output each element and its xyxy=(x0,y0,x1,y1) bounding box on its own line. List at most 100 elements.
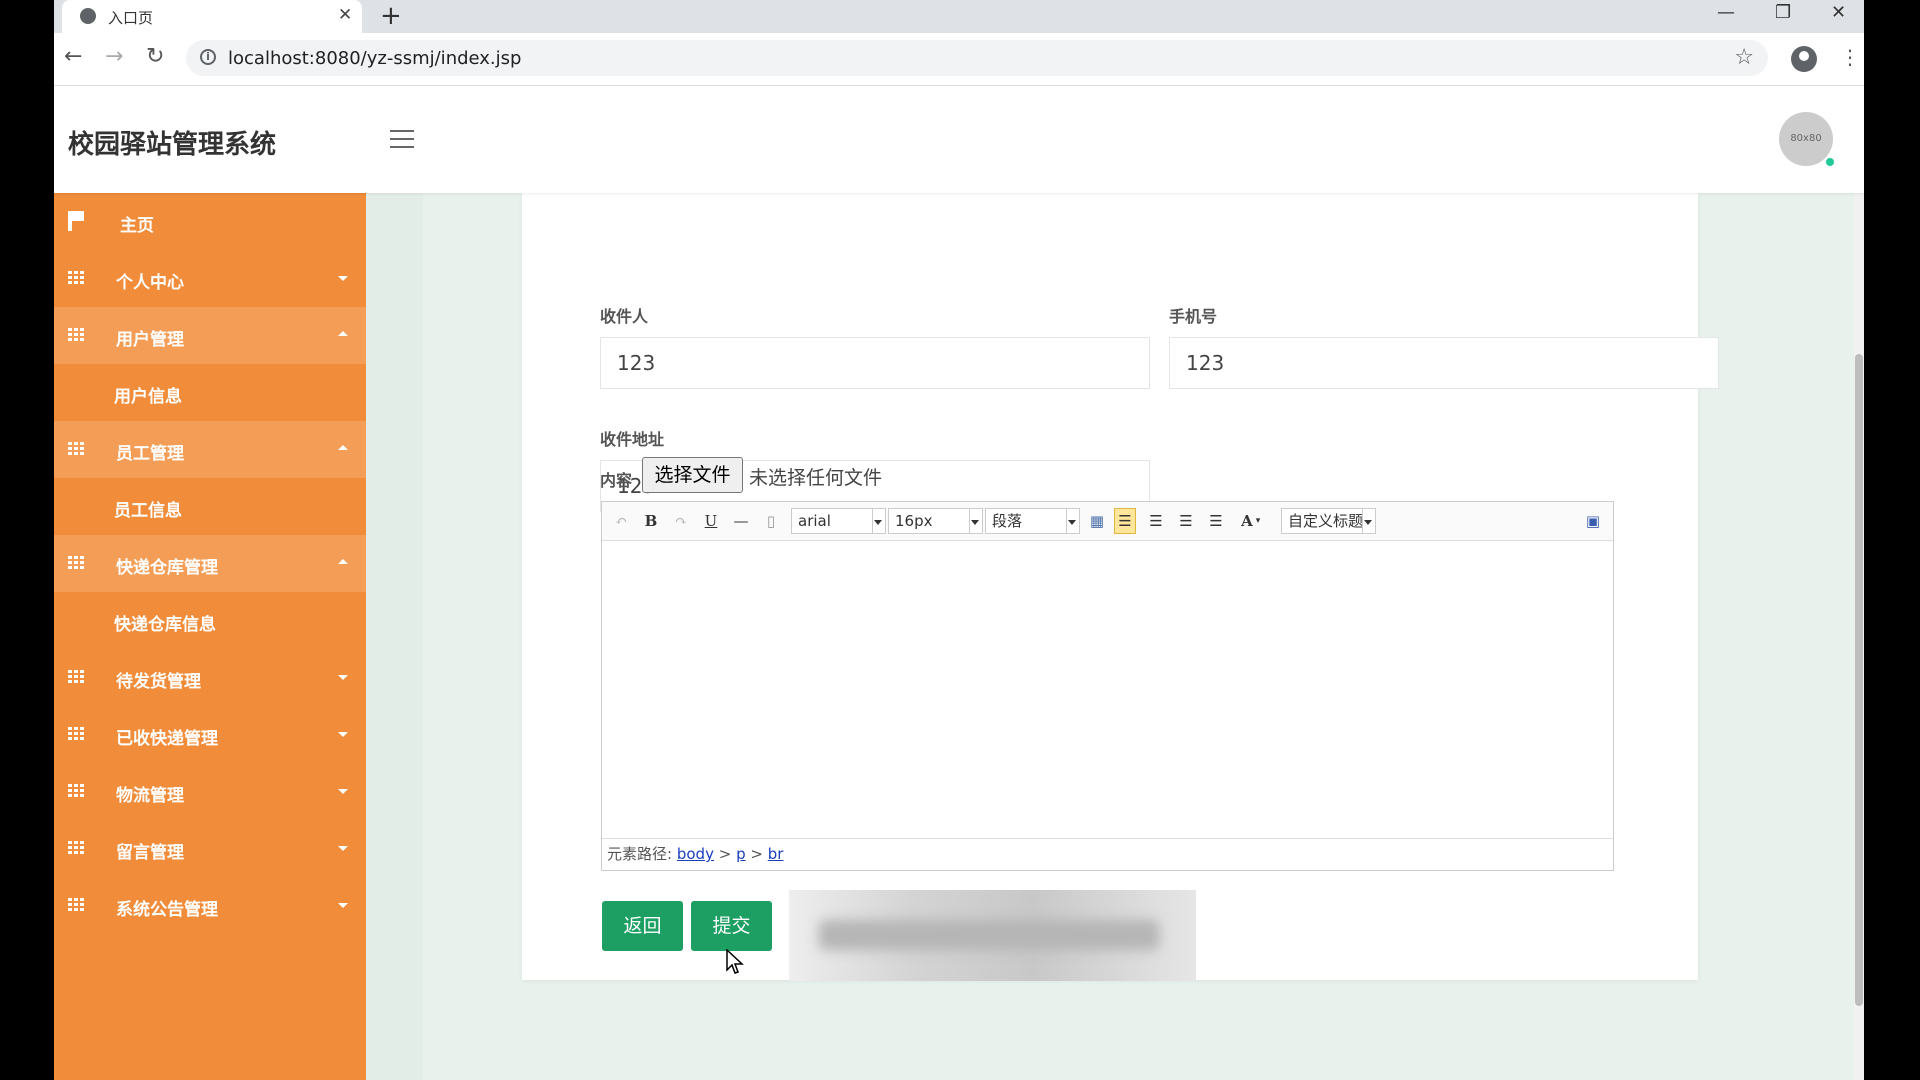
scrollbar-thumb[interactable] xyxy=(1855,354,1863,1006)
align-left-icon[interactable]: ☰ xyxy=(1114,508,1136,534)
minimize-button[interactable]: — xyxy=(1717,2,1735,23)
profile-icon[interactable] xyxy=(1791,46,1817,72)
sidebar-item-announcements[interactable]: 系统公告管理 xyxy=(54,877,366,934)
phone-label: 手机号 xyxy=(1169,307,1218,326)
dropdown-arrow-icon xyxy=(1364,520,1372,525)
underline-icon[interactable]: U xyxy=(700,510,722,532)
page-icon[interactable]: ▯ xyxy=(760,510,782,532)
sidebar-subitem-staff-info[interactable]: 员工信息 xyxy=(54,478,366,535)
forward-arrow-icon[interactable]: → xyxy=(105,45,123,69)
recipient-input[interactable]: 123 xyxy=(600,337,1150,389)
fullscreen-icon[interactable]: ▣ xyxy=(1582,510,1604,532)
paragraph-select[interactable]: 段落 xyxy=(985,508,1080,534)
phone-input[interactable]: 123 xyxy=(1169,337,1719,389)
grid-icon xyxy=(68,784,84,798)
table-icon[interactable]: ▦ xyxy=(1086,510,1108,532)
chevron-down-icon xyxy=(338,276,348,281)
hamburger-menu-icon[interactable] xyxy=(390,130,414,148)
horizontal-rule-icon[interactable]: — xyxy=(730,510,752,532)
sidebar-subitem-label: 快递仓库信息 xyxy=(114,615,216,635)
grid-icon xyxy=(68,442,84,456)
tab-title: 入口页 xyxy=(108,9,154,27)
sidebar-item-pending-shipment[interactable]: 待发货管理 xyxy=(54,649,366,706)
menu-kebab-icon[interactable]: ⋮ xyxy=(1840,45,1860,69)
sidebar-item-messages[interactable]: 留言管理 xyxy=(54,820,366,877)
flag-icon xyxy=(68,211,84,231)
browser-tab[interactable]: 入口页 ✕ xyxy=(62,0,362,33)
path-br-link[interactable]: br xyxy=(768,845,784,863)
chevron-up-icon xyxy=(338,445,348,450)
choose-file-button[interactable]: 选择文件 xyxy=(642,457,743,493)
chevron-up-icon xyxy=(338,331,348,336)
new-tab-button[interactable]: + xyxy=(380,1,402,31)
grid-icon xyxy=(68,328,84,342)
sidebar-subitem-warehouse-info[interactable]: 快递仓库信息 xyxy=(54,592,366,649)
tab-close-icon[interactable]: ✕ xyxy=(338,5,352,25)
back-button[interactable]: 返回 xyxy=(602,901,683,951)
bookmark-star-icon[interactable]: ☆ xyxy=(1734,45,1754,70)
font-color-dropdown-icon[interactable]: ▾ xyxy=(1252,510,1264,532)
redo-icon[interactable]: ↷ xyxy=(670,510,692,532)
submit-button[interactable]: 提交 xyxy=(691,901,772,951)
page-scrollbar[interactable] xyxy=(1854,86,1864,1080)
sidebar-item-logistics[interactable]: 物流管理 xyxy=(54,763,366,820)
sidebar-item-label: 个人中心 xyxy=(116,273,184,293)
dropdown-arrow-icon xyxy=(1068,520,1076,525)
sidebar-item-label: 物流管理 xyxy=(116,786,184,806)
browser-window: 入口页 ✕ + — ❐ ✕ ← → ↻ i localhost:8080/yz-… xyxy=(54,0,1864,1080)
font-family-value: arial xyxy=(798,512,831,530)
sidebar-item-label: 快递仓库管理 xyxy=(116,558,218,578)
address-bar[interactable]: i localhost:8080/yz-ssmj/index.jsp ☆ xyxy=(186,40,1768,76)
path-separator: > xyxy=(750,845,763,863)
sidebar-item-label: 已收快递管理 xyxy=(116,729,218,749)
dropdown-arrow-icon xyxy=(971,520,979,525)
sidebar-item-users[interactable]: 用户管理 xyxy=(54,307,366,364)
font-family-select[interactable]: arial xyxy=(791,508,886,534)
path-p-link[interactable]: p xyxy=(736,845,746,863)
mouse-cursor-icon xyxy=(726,949,744,974)
editor-body[interactable] xyxy=(602,541,1613,837)
sidebar-item-received[interactable]: 已收快递管理 xyxy=(54,706,366,763)
grid-icon xyxy=(68,898,84,912)
undo-icon[interactable]: ↶ xyxy=(610,510,632,532)
grid-icon xyxy=(68,841,84,855)
url-text: localhost:8080/yz-ssmj/index.jsp xyxy=(228,48,522,69)
sidebar-item-staff[interactable]: 员工管理 xyxy=(54,421,366,478)
align-justify-icon[interactable]: ☰ xyxy=(1205,510,1227,532)
editor-toolbar: ↶ B ↷ U — ▯ arial 16px 段落 ▦ ☰ ☰ ☰ ☰ A ▾ … xyxy=(602,502,1613,541)
editor-status-bar: 元素路径: body > p > br xyxy=(602,838,1613,870)
rich-text-editor: ↶ B ↷ U — ▯ arial 16px 段落 ▦ ☰ ☰ ☰ ☰ A ▾ … xyxy=(601,501,1614,871)
chevron-down-icon xyxy=(338,903,348,908)
sidebar-item-label: 用户管理 xyxy=(116,330,184,350)
sidebar-subitem-user-info[interactable]: 用户信息 xyxy=(54,364,366,421)
close-window-button[interactable]: ✕ xyxy=(1831,2,1846,23)
sidebar-item-personal[interactable]: 个人中心 xyxy=(54,250,366,307)
restore-button[interactable]: ❐ xyxy=(1775,2,1791,23)
sidebar-item-label: 待发货管理 xyxy=(116,672,201,692)
grid-icon xyxy=(68,727,84,741)
blurred-popup xyxy=(789,890,1196,981)
custom-title-select[interactable]: 自定义标题 xyxy=(1281,508,1376,534)
online-status-dot xyxy=(1824,156,1836,168)
file-status-text: 未选择任何文件 xyxy=(749,467,883,489)
address-label: 收件地址 xyxy=(600,430,665,449)
back-arrow-icon[interactable]: ← xyxy=(64,45,82,69)
reload-icon[interactable]: ↻ xyxy=(146,45,164,69)
brand-title: 校园驿站管理系统 xyxy=(68,130,277,160)
font-size-select[interactable]: 16px xyxy=(888,508,983,534)
grid-icon xyxy=(68,556,84,570)
align-right-icon[interactable]: ☰ xyxy=(1145,510,1167,532)
align-center-icon[interactable]: ☰ xyxy=(1175,510,1197,532)
element-path-label: 元素路径: xyxy=(607,845,673,863)
sidebar-item-home[interactable]: 主页 xyxy=(54,193,366,250)
sidebar-item-label: 主页 xyxy=(120,216,154,236)
sidebar-item-label: 员工管理 xyxy=(116,444,184,464)
grid-icon xyxy=(68,271,84,285)
bold-icon[interactable]: B xyxy=(640,510,662,532)
sidebar-item-warehouse[interactable]: 快递仓库管理 xyxy=(54,535,366,592)
info-icon[interactable]: i xyxy=(200,49,216,65)
path-body-link[interactable]: body xyxy=(677,845,714,863)
chevron-up-icon xyxy=(338,559,348,564)
paragraph-value: 段落 xyxy=(992,512,1023,530)
chevron-down-icon xyxy=(338,846,348,851)
